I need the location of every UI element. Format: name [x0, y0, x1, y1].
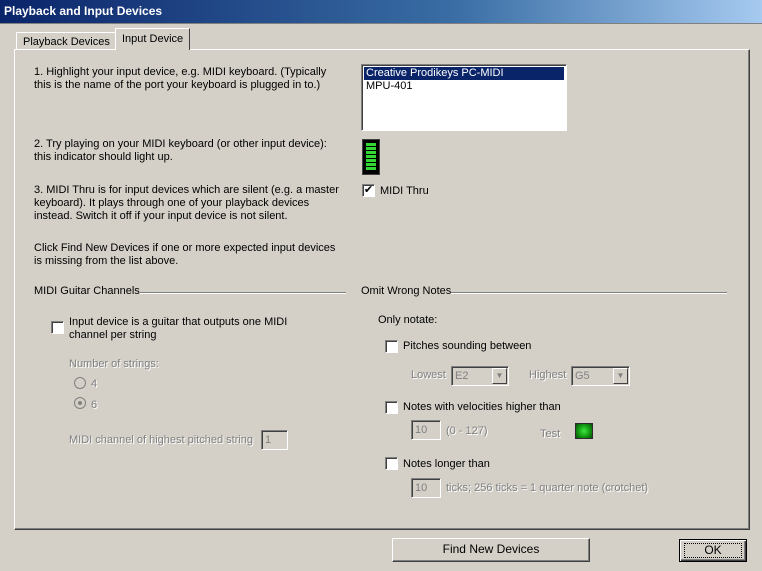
- velocity-threshold-input[interactable]: 10: [411, 420, 441, 440]
- ok-button[interactable]: OK: [679, 539, 747, 562]
- highest-string-channel-input[interactable]: 1: [261, 430, 288, 450]
- highest-pitch-value: G5: [575, 370, 590, 382]
- test-label: Test: [540, 428, 561, 440]
- indicator-segment: [366, 143, 376, 146]
- step3-text: 3. MIDI Thru is for input devices which …: [34, 184, 339, 222]
- chevron-down-icon[interactable]: ▼: [492, 368, 507, 384]
- find-devices-note: Click Find New Devices if one or more ex…: [34, 242, 336, 267]
- test-led-indicator: [575, 423, 593, 439]
- indicator-segment: [366, 163, 376, 166]
- strings-6-label: 6: [91, 399, 98, 411]
- ticks-threshold-input[interactable]: 10: [411, 478, 441, 498]
- omit-section-divider: [451, 292, 727, 294]
- velocity-range-label: (0 - 127): [446, 425, 488, 437]
- focus-rect: [684, 543, 742, 558]
- highest-string-channel-label: MIDI channel of highest pitched string: [69, 434, 254, 446]
- notes-longer-label: Notes longer than: [403, 458, 490, 470]
- lowest-pitch-value: E2: [455, 370, 469, 382]
- tab-input-device[interactable]: Input Device: [115, 28, 191, 50]
- indicator-segment: [366, 147, 376, 150]
- guitar-section-divider: [140, 292, 346, 294]
- chevron-down-icon[interactable]: ▼: [613, 368, 628, 384]
- list-item[interactable]: Creative Prodikeys PC-MIDI: [364, 67, 564, 80]
- lowest-pitch-select[interactable]: E2 ▼: [451, 366, 509, 386]
- highest-label: Highest: [529, 369, 567, 381]
- step1-text: 1. Highlight your input device, e.g. MID…: [34, 66, 327, 91]
- strings-4-radio[interactable]: [74, 377, 86, 389]
- input-device-list[interactable]: Creative Prodikeys PC-MIDI MPU-401: [361, 64, 567, 131]
- only-notate-label: Only notate:: [378, 314, 438, 326]
- step2-text: 2. Try playing on your MIDI keyboard (or…: [34, 138, 327, 163]
- midi-thru-label: MIDI Thru: [380, 185, 429, 197]
- guitar-section-title: MIDI Guitar Channels: [34, 285, 140, 297]
- input-activity-indicator: [362, 139, 380, 175]
- ticks-note-label: ticks; 256 ticks = 1 quarter note (crotc…: [446, 482, 649, 494]
- velocities-checkbox[interactable]: [385, 401, 398, 414]
- indicator-segment: [366, 155, 376, 158]
- number-of-strings-label: Number of strings:: [69, 358, 159, 370]
- window-title: Playback and Input Devices: [0, 0, 762, 24]
- highest-pitch-select[interactable]: G5 ▼: [571, 366, 630, 386]
- indicator-segment: [366, 159, 376, 162]
- guitar-input-label: Input device is a guitar that outputs on…: [69, 316, 288, 341]
- strings-4-label: 4: [91, 378, 98, 390]
- midi-thru-checkbox[interactable]: ✔: [362, 184, 375, 197]
- velocities-label: Notes with velocities higher than: [403, 401, 561, 413]
- pitches-between-label: Pitches sounding between: [403, 340, 532, 352]
- indicator-segment: [366, 167, 376, 170]
- find-new-devices-button[interactable]: Find New Devices: [392, 538, 590, 562]
- list-item[interactable]: MPU-401: [364, 80, 564, 93]
- pitches-between-checkbox[interactable]: [385, 340, 398, 353]
- strings-6-radio[interactable]: [74, 397, 86, 409]
- lowest-label: Lowest: [411, 369, 446, 381]
- omit-section-title: Omit Wrong Notes: [361, 285, 452, 297]
- tab-playback-devices[interactable]: Playback Devices: [16, 32, 117, 50]
- indicator-segment: [366, 151, 376, 154]
- notes-longer-checkbox[interactable]: [385, 457, 398, 470]
- guitar-input-checkbox[interactable]: [51, 321, 64, 334]
